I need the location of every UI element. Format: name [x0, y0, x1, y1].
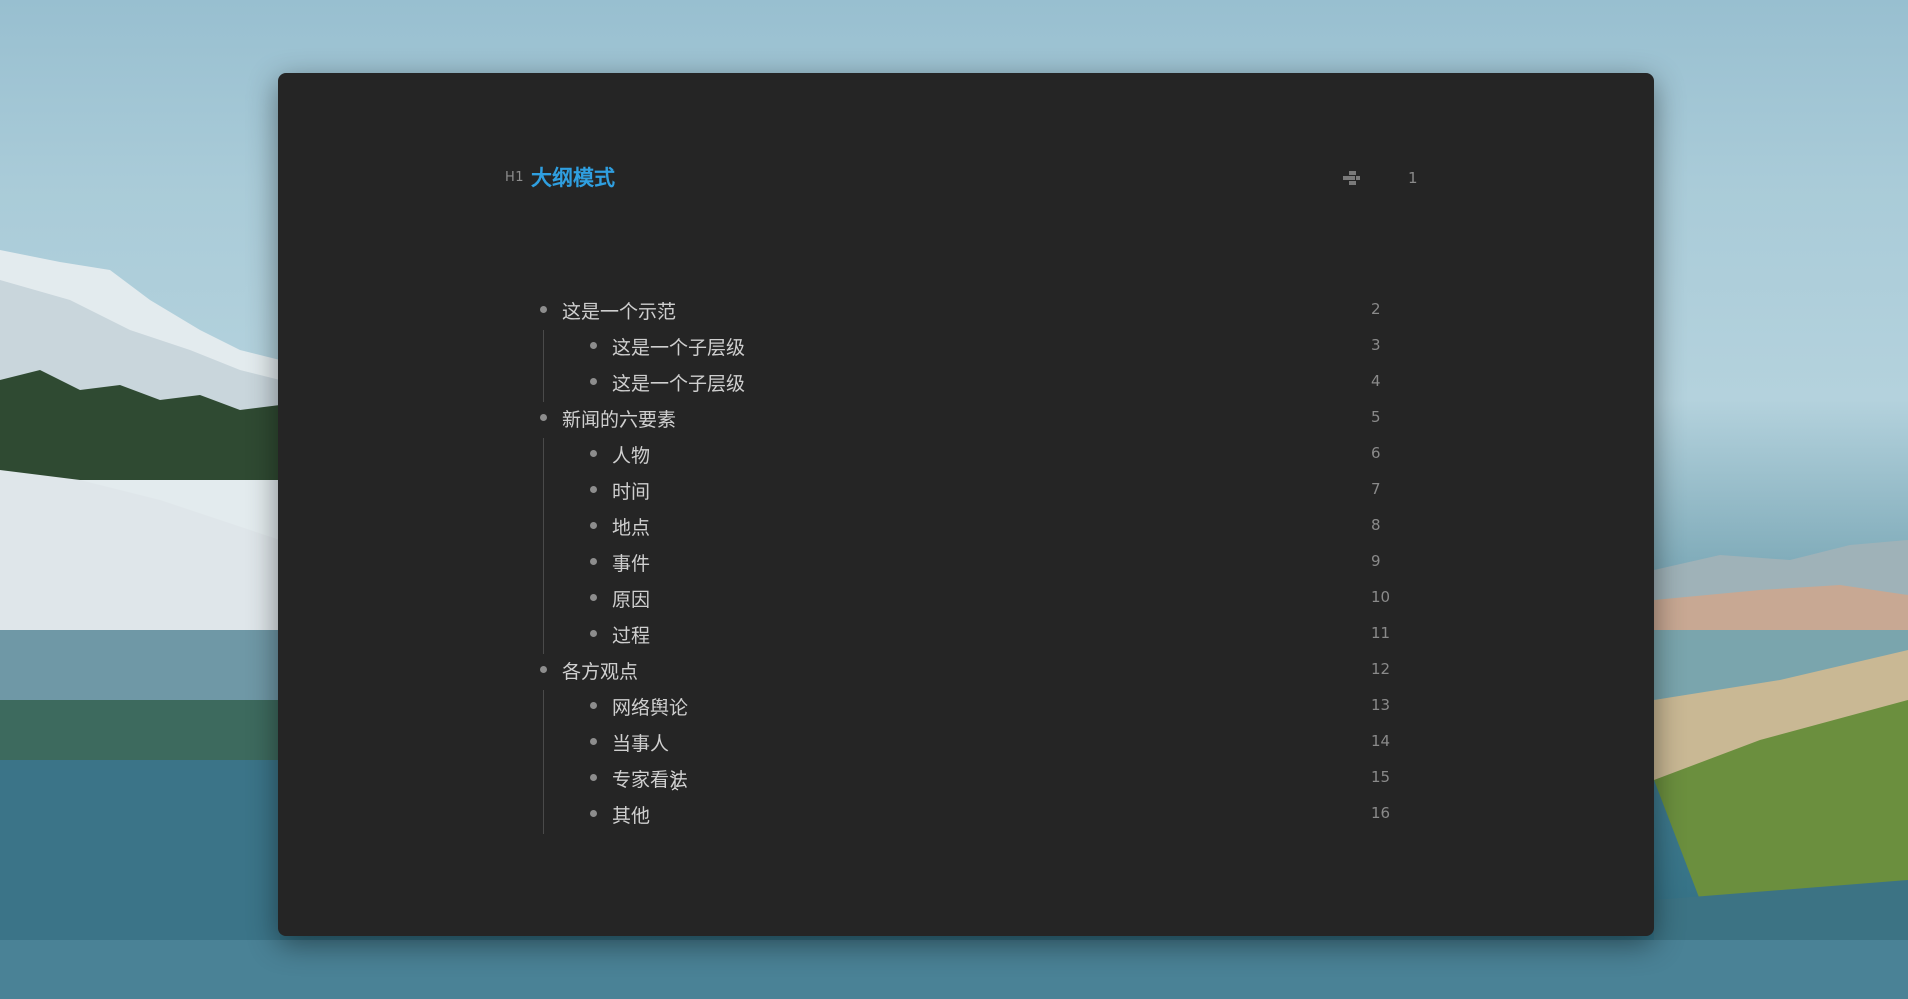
bullet-dot-icon[interactable] [540, 414, 547, 421]
outline-subitem[interactable]: 其他 16 [278, 798, 1390, 830]
bullet-dot-icon[interactable] [590, 450, 597, 457]
outline-item-text[interactable]: 时间 [612, 477, 650, 504]
line-number: 5 [1371, 408, 1381, 426]
outline-item-text[interactable]: 事件 [612, 549, 650, 576]
line-number: 11 [1371, 624, 1391, 642]
bullet-dot-icon[interactable] [590, 774, 597, 781]
line-number: 2 [1371, 300, 1381, 318]
bullet-dot-icon[interactable] [540, 666, 547, 673]
outline-subitem[interactable]: 网络舆论 13 [278, 690, 1390, 722]
text-cursor-icon [671, 773, 679, 791]
line-number: 7 [1371, 480, 1381, 498]
bullet-dot-icon[interactable] [590, 630, 597, 637]
outline-item[interactable]: 各方观点 12 [278, 654, 1390, 686]
outline-item-text[interactable]: 各方观点 [562, 657, 638, 684]
outline-item-text[interactable]: 地点 [612, 513, 650, 540]
bullet-dot-icon[interactable] [590, 810, 597, 817]
desktop: H1 大纲模式 1 这是一个示范 2 这是一个子层级 3 这是一个子层级 4 新闻的六要素 5… [0, 0, 1908, 999]
outline-subitem[interactable]: 时间 7 [278, 474, 1381, 506]
line-number: 9 [1371, 552, 1381, 570]
outline-list: 这是一个示范 2 这是一个子层级 3 这是一个子层级 4 新闻的六要素 5 人物 6 时间 7 地点 8 事… [278, 73, 1654, 936]
bullet-dot-icon[interactable] [540, 306, 547, 313]
editor-content[interactable]: H1 大纲模式 1 这是一个示范 2 这是一个子层级 3 这是一个子层级 4 新闻的六要素 5… [278, 73, 1654, 936]
outline-item-text[interactable]: 当事人 [612, 729, 669, 756]
bullet-dot-icon[interactable] [590, 486, 597, 493]
outline-subitem[interactable]: 过程 11 [278, 618, 1390, 650]
line-number: 8 [1371, 516, 1381, 534]
line-number: 12 [1371, 660, 1391, 678]
outline-subitem[interactable]: 这是一个子层级 4 [278, 366, 1381, 398]
line-number: 3 [1371, 336, 1381, 354]
line-number: 16 [1371, 804, 1391, 822]
outline-subitem[interactable]: 这是一个子层级 3 [278, 330, 1381, 362]
outline-item-text[interactable]: 这是一个子层级 [612, 333, 745, 360]
line-number: 14 [1371, 732, 1391, 750]
outline-subitem[interactable]: 地点 8 [278, 510, 1381, 542]
bullet-dot-icon[interactable] [590, 558, 597, 565]
outline-item-text[interactable]: 新闻的六要素 [562, 405, 676, 432]
bullet-dot-icon[interactable] [590, 378, 597, 385]
outline-item-text[interactable]: 过程 [612, 621, 650, 648]
line-number: 13 [1371, 696, 1391, 714]
line-number: 10 [1371, 588, 1391, 606]
bullet-dot-icon[interactable] [590, 738, 597, 745]
outline-item-text[interactable]: 人物 [612, 441, 650, 468]
outline-item-text[interactable]: 原因 [612, 585, 650, 612]
outline-item[interactable]: 新闻的六要素 5 [278, 402, 1381, 434]
bullet-dot-icon[interactable] [590, 342, 597, 349]
bullet-dot-icon[interactable] [590, 522, 597, 529]
bullet-dot-icon[interactable] [590, 594, 597, 601]
outline-item-text[interactable]: 其他 [612, 801, 650, 828]
outline-subitem[interactable]: 当事人 14 [278, 726, 1390, 758]
bullet-dot-icon[interactable] [590, 702, 597, 709]
indent-guide-line [543, 438, 544, 654]
outline-subitem[interactable]: 事件 9 [278, 546, 1381, 578]
outline-subitem[interactable]: 专家看法 15 [278, 762, 1390, 794]
outline-item-text[interactable]: 这是一个示范 [562, 297, 676, 324]
outline-item-text[interactable]: 网络舆论 [612, 693, 688, 720]
line-number: 4 [1371, 372, 1381, 390]
indent-guide-line [543, 690, 544, 834]
outline-item[interactable]: 这是一个示范 2 [278, 294, 1381, 326]
line-number: 15 [1371, 768, 1391, 786]
line-number: 6 [1371, 444, 1381, 462]
indent-guide-line [543, 330, 544, 402]
outline-subitem[interactable]: 人物 6 [278, 438, 1381, 470]
editor-window: H1 大纲模式 1 这是一个示范 2 这是一个子层级 3 这是一个子层级 4 新闻的六要素 5… [278, 73, 1654, 936]
outline-item-text[interactable]: 这是一个子层级 [612, 369, 745, 396]
outline-subitem[interactable]: 原因 10 [278, 582, 1390, 614]
